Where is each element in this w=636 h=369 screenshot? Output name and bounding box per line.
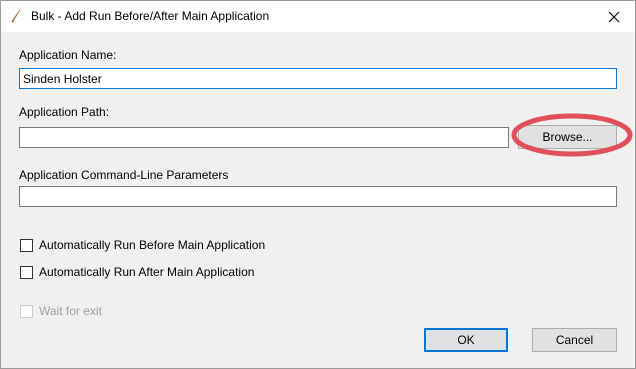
wait-for-exit-label: Wait for exit — [39, 304, 102, 318]
params-input[interactable] — [19, 186, 617, 207]
run-after-label[interactable]: Automatically Run After Main Application — [39, 265, 254, 279]
pen-icon — [11, 9, 21, 23]
run-after-checkbox[interactable] — [20, 266, 33, 279]
wait-for-exit-checkbox[interactable] — [20, 305, 33, 318]
app-path-label: Application Path: — [19, 105, 110, 119]
title-bar[interactable]: Bulk - Add Run Before/After Main Applica… — [1, 1, 635, 32]
app-name-label: Application Name: — [19, 48, 117, 62]
app-name-input[interactable] — [19, 68, 617, 89]
ok-button[interactable]: OK — [424, 328, 508, 352]
browse-button[interactable]: Browse... — [518, 125, 617, 149]
run-before-checkbox[interactable] — [20, 239, 33, 252]
window-title: Bulk - Add Run Before/After Main Applica… — [31, 9, 270, 23]
run-before-label[interactable]: Automatically Run Before Main Applicatio… — [39, 238, 265, 252]
app-path-input[interactable] — [19, 127, 509, 148]
dialog-window: Bulk - Add Run Before/After Main Applica… — [0, 0, 636, 369]
cancel-button[interactable]: Cancel — [532, 328, 617, 352]
close-icon[interactable] — [605, 8, 623, 26]
params-label: Application Command-Line Parameters — [19, 168, 229, 182]
